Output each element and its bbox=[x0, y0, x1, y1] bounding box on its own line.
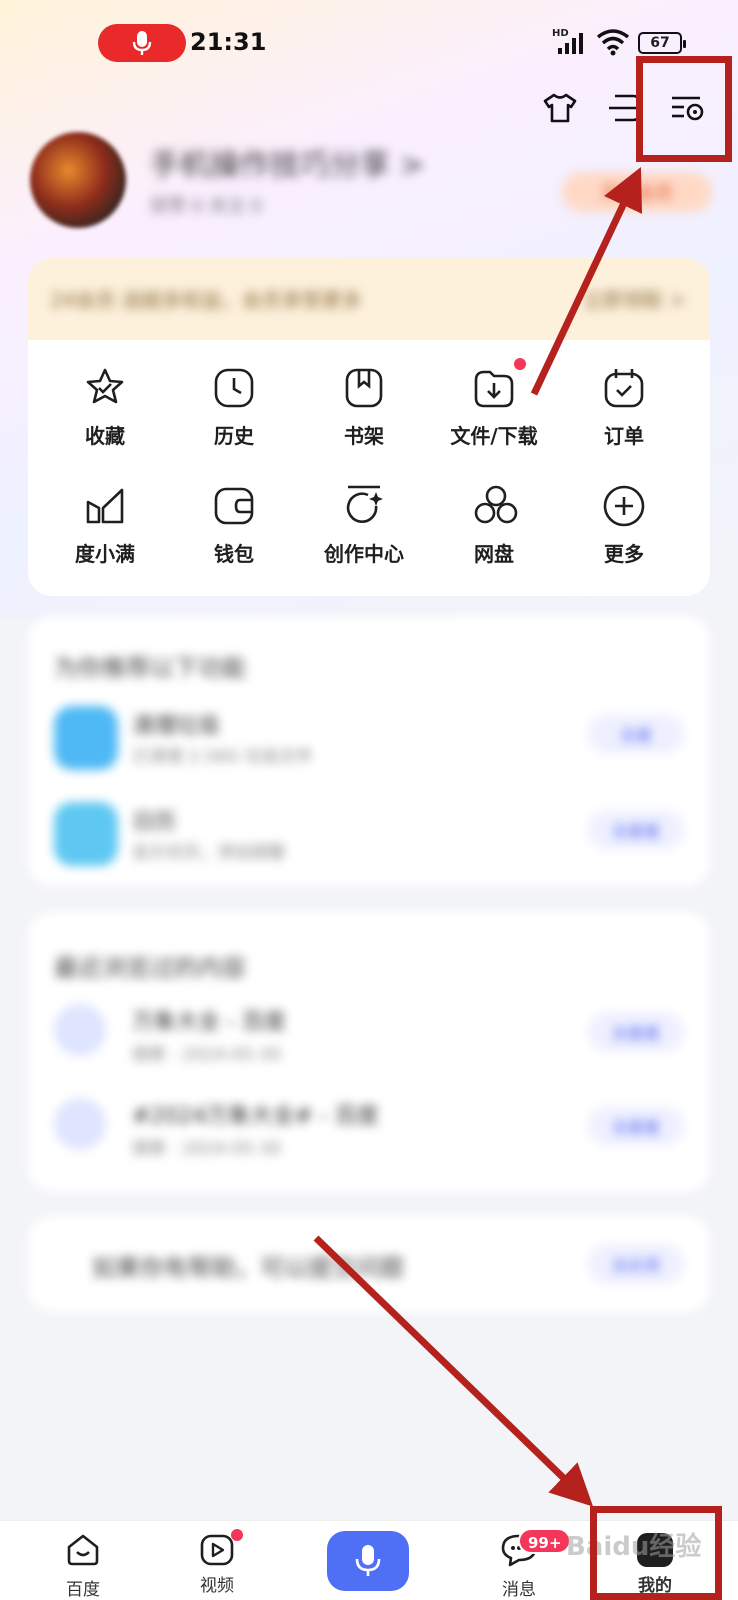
clock-icon bbox=[212, 366, 256, 410]
search-history-icon bbox=[54, 1004, 106, 1056]
mic-icon bbox=[355, 1545, 381, 1576]
highlight-settings-box bbox=[636, 56, 732, 162]
list-item-button[interactable]: 去看 bbox=[588, 714, 684, 754]
wifi-icon bbox=[596, 29, 630, 56]
mic-icon bbox=[132, 31, 152, 55]
grid-item-label: 更多 bbox=[604, 542, 644, 566]
vip-badge[interactable]: 开通会员 bbox=[562, 172, 712, 212]
message-count-badge: 99+ bbox=[518, 1528, 572, 1554]
recent-title: 最近浏览过的内容 bbox=[54, 954, 246, 982]
voice-search-button[interactable] bbox=[327, 1531, 409, 1591]
grid-item-duxiaoman[interactable]: 度小满 bbox=[45, 484, 165, 584]
video-play-icon bbox=[200, 1534, 234, 1566]
list-item-button[interactable]: 去看看 bbox=[588, 1106, 684, 1146]
list-item-subtitle: 已清理 2.56G 垃圾文件 bbox=[132, 747, 313, 767]
list-item-subtitle: 显示农历，添加提醒 bbox=[132, 843, 285, 863]
status-bar: 21:31 HD 67 bbox=[0, 0, 738, 90]
grid-item-history[interactable]: 历史 bbox=[174, 366, 294, 466]
recommend-card: 为你推荐以下功能 清理垃圾 已清理 2.56G 垃圾文件 去看 日历 显示农历，… bbox=[28, 616, 710, 886]
recommend-title: 为你推荐以下功能 bbox=[54, 654, 246, 682]
highlight-mine-box bbox=[590, 1506, 722, 1600]
list-item-subtitle: 搜索 · 2024-05-30 bbox=[132, 1139, 282, 1159]
username[interactable]: 手机操作技巧分享 > bbox=[150, 140, 425, 184]
new-dot bbox=[514, 358, 526, 370]
signal-icon bbox=[558, 33, 583, 54]
list-item-title: 万象大全 - 百度 bbox=[132, 1010, 286, 1035]
grid-item-label: 书架 bbox=[344, 424, 384, 448]
grid-item-more[interactable]: 更多 bbox=[564, 484, 684, 584]
grid-item-cloud-drive[interactable]: 网盘 bbox=[434, 484, 554, 584]
duxiaoman-icon bbox=[83, 484, 127, 528]
grid-item-files-downloads[interactable]: 文件/下载 bbox=[434, 358, 554, 466]
feedback-text: 如果你有帮助，可以提交问题 bbox=[92, 1254, 404, 1282]
list-item-button[interactable]: 去看看 bbox=[588, 1012, 684, 1052]
grid-item-label: 度小满 bbox=[75, 542, 135, 566]
nav-label: 视频 bbox=[200, 1576, 234, 1596]
feedback-card[interactable]: 如果你有帮助，可以提交问题 去反馈 bbox=[28, 1216, 710, 1312]
list-item-title: 日历 bbox=[132, 810, 177, 835]
feedback-button[interactable]: 去反馈 bbox=[588, 1244, 684, 1284]
recent-card: 最近浏览过的内容 万象大全 - 百度 搜索 · 2024-05-30 去看看 #… bbox=[28, 912, 710, 1192]
wallet-icon bbox=[212, 484, 256, 528]
grid-item-orders[interactable]: 订单 bbox=[564, 366, 684, 466]
list-item-title: 清理垃圾 bbox=[132, 714, 221, 739]
grid-item-label: 历史 bbox=[214, 424, 254, 448]
nav-video[interactable]: 视频 bbox=[172, 1529, 262, 1596]
clock: 21:31 bbox=[190, 28, 267, 56]
recording-indicator[interactable] bbox=[98, 24, 186, 62]
grid-item-creator-center[interactable]: 创作中心 bbox=[304, 484, 424, 584]
grid-item-label: 文件/下载 bbox=[450, 424, 538, 448]
grid-item-favorites[interactable]: 收藏 bbox=[45, 366, 165, 466]
shortcut-grid: 收藏 历史 书架 文件/下载 订单 度小满 钱包 创作中心 网盘 更多 bbox=[28, 340, 710, 596]
banner-text: 24会员 送超多权益，会员享受更多 bbox=[50, 288, 362, 312]
grid-item-label: 钱包 bbox=[214, 542, 254, 566]
nav-label: 百度 bbox=[66, 1580, 100, 1600]
plus-circle-icon bbox=[602, 484, 646, 528]
search-history-icon bbox=[54, 1098, 106, 1150]
star-check-icon bbox=[83, 366, 127, 410]
list-item-title: #2024万象大全# - 百度 bbox=[132, 1104, 379, 1129]
baidu-home-icon bbox=[67, 1534, 99, 1566]
calendar-app-icon bbox=[54, 802, 118, 866]
creator-icon bbox=[342, 484, 386, 528]
download-icon bbox=[472, 358, 526, 410]
list-item-subtitle: 搜索 · 2024-05-30 bbox=[132, 1045, 282, 1065]
new-dot bbox=[231, 1529, 243, 1541]
list-item-button[interactable]: 去看看 bbox=[588, 810, 684, 850]
grid-item-wallet[interactable]: 钱包 bbox=[174, 484, 294, 584]
nav-baidu[interactable]: 百度 bbox=[38, 1533, 128, 1600]
grid-item-label: 创作中心 bbox=[324, 542, 404, 566]
nav-label: 消息 bbox=[502, 1580, 536, 1600]
grid-item-label: 订单 bbox=[604, 424, 644, 448]
cloud-drive-icon bbox=[472, 484, 518, 528]
grid-item-label: 收藏 bbox=[85, 424, 125, 448]
member-banner[interactable]: 24会员 送超多权益，会员享受更多 立即领取 > bbox=[28, 258, 710, 340]
avatar[interactable] bbox=[30, 132, 126, 228]
skin-shirt-icon[interactable] bbox=[540, 88, 580, 128]
battery-indicator: 67 bbox=[638, 32, 686, 54]
grid-item-label: 网盘 bbox=[474, 542, 514, 566]
bookmark-book-icon bbox=[342, 366, 386, 410]
banner-link[interactable]: 立即领取 > bbox=[583, 284, 686, 313]
user-stats: 获赞 0 关注 0 bbox=[150, 196, 263, 217]
cleanup-icon bbox=[54, 706, 118, 770]
calendar-check-icon bbox=[602, 366, 646, 410]
grid-item-bookshelf[interactable]: 书架 bbox=[304, 366, 424, 466]
